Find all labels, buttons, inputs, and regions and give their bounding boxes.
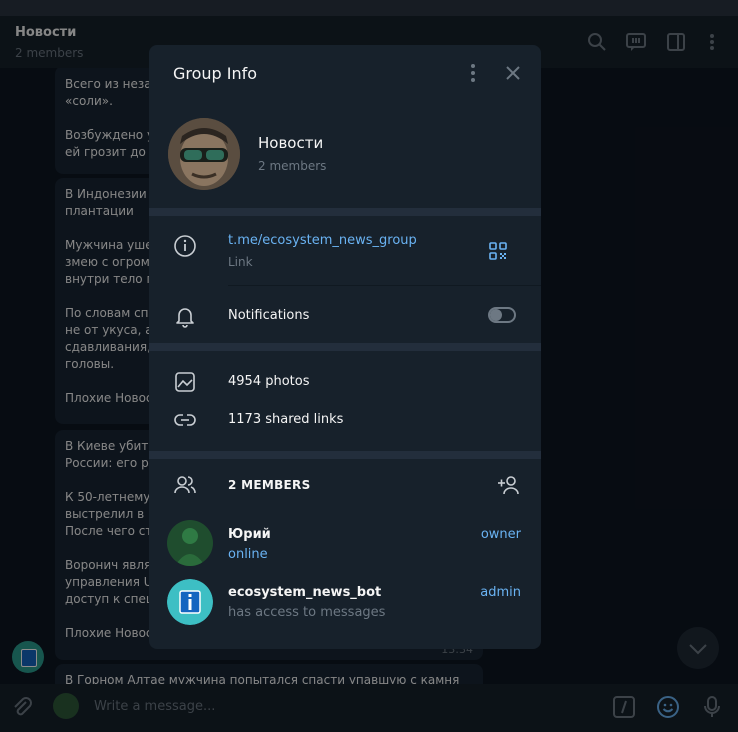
group-member-count: 2 members	[258, 159, 327, 173]
member-role: admin	[480, 585, 521, 600]
bell-icon	[176, 308, 194, 328]
close-icon[interactable]	[503, 63, 523, 83]
qr-icon[interactable]	[489, 242, 507, 260]
notifications-label: Notifications	[228, 308, 310, 323]
section-divider	[149, 451, 541, 459]
group-link[interactable]: t.me/ecosystem_news_group	[228, 233, 417, 248]
photo-icon	[175, 372, 195, 392]
more-icon[interactable]	[465, 63, 481, 83]
members-icon	[174, 476, 196, 494]
photos-count[interactable]: 4954 photos	[228, 374, 310, 389]
members-header: 2 MEMBERS	[228, 478, 311, 492]
link-icon	[174, 414, 196, 426]
member-role: owner	[480, 527, 521, 542]
group-link-label: Link	[228, 255, 253, 269]
group-avatar[interactable]	[168, 118, 240, 190]
add-member-icon[interactable]	[497, 473, 521, 497]
section-divider	[149, 208, 541, 216]
group-info-modal: Group Info Новости 2 members t.me/ecosys…	[149, 45, 541, 649]
group-name: Новости	[258, 134, 324, 152]
notifications-toggle[interactable]	[488, 307, 516, 323]
member-avatar	[167, 579, 213, 625]
row-divider	[228, 285, 541, 286]
member-avatar	[167, 520, 213, 566]
section-divider	[149, 343, 541, 351]
modal-title: Group Info	[173, 64, 258, 83]
info-icon	[174, 235, 196, 257]
shared-links-count[interactable]: 1173 shared links	[228, 412, 343, 427]
member-name: Юрий	[228, 527, 271, 542]
member-status: has access to messages	[228, 605, 386, 620]
member-status: online	[228, 547, 268, 562]
member-name: ecosystem_news_bot	[228, 585, 382, 600]
